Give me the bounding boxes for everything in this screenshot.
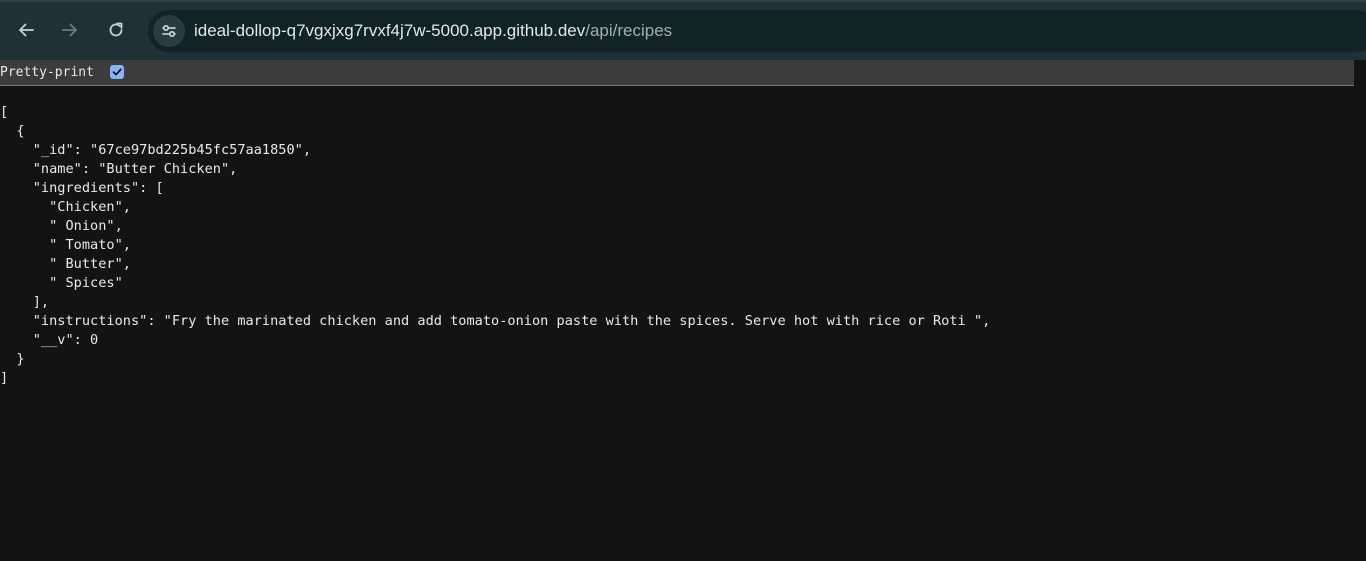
reload-button[interactable]: [100, 14, 132, 46]
arrow-left-icon: [19, 23, 34, 37]
json-line: {: [0, 123, 25, 139]
json-line: "instructions": "Fry the marinated chick…: [0, 313, 991, 329]
site-info-button[interactable]: [153, 15, 185, 47]
scrollbar[interactable]: [1354, 60, 1366, 561]
pretty-print-label: Pretty-print: [0, 65, 94, 80]
json-line: ]: [0, 370, 9, 386]
pretty-print-checkbox[interactable]: [110, 65, 124, 79]
json-line: [: [0, 104, 9, 120]
json-line: }: [0, 351, 25, 367]
json-line: ],: [0, 294, 50, 310]
tune-icon: [162, 24, 176, 38]
url-host: ideal-dollop-q7vgxjxg7rvxf4j7w-5000.app.…: [194, 21, 586, 40]
url-text[interactable]: ideal-dollop-q7vgxjxg7rvxf4j7w-5000.app.…: [194, 20, 672, 42]
pretty-print-bar: Pretty-print: [0, 60, 1366, 86]
json-line: " Tomato",: [0, 237, 131, 253]
json-line: " Onion",: [0, 218, 123, 234]
json-content: [ { "_id": "67ce97bd225b45fc57aa1850", "…: [0, 103, 990, 388]
forward-button[interactable]: [54, 14, 86, 46]
tab-strip-edge: [0, 0, 1366, 2]
json-line: "_id": "67ce97bd225b45fc57aa1850",: [0, 142, 311, 158]
json-line: " Butter",: [0, 256, 131, 272]
json-line: "Chicken",: [0, 199, 131, 215]
checkmark-icon: [112, 68, 122, 76]
json-line: "__v": 0: [0, 332, 99, 348]
arrow-right-icon: [62, 23, 77, 37]
reload-icon: [109, 22, 123, 37]
url-path: /api/recipes: [585, 21, 673, 40]
address-bar[interactable]: ideal-dollop-q7vgxjxg7rvxf4j7w-5000.app.…: [148, 10, 1366, 52]
back-button[interactable]: [10, 14, 42, 46]
browser-toolbar: ideal-dollop-q7vgxjxg7rvxf4j7w-5000.app.…: [0, 0, 1366, 60]
json-line: "ingredients": [: [0, 180, 164, 196]
json-line: "name": "Butter Chicken",: [0, 161, 238, 177]
json-line: " Spices": [0, 275, 123, 291]
